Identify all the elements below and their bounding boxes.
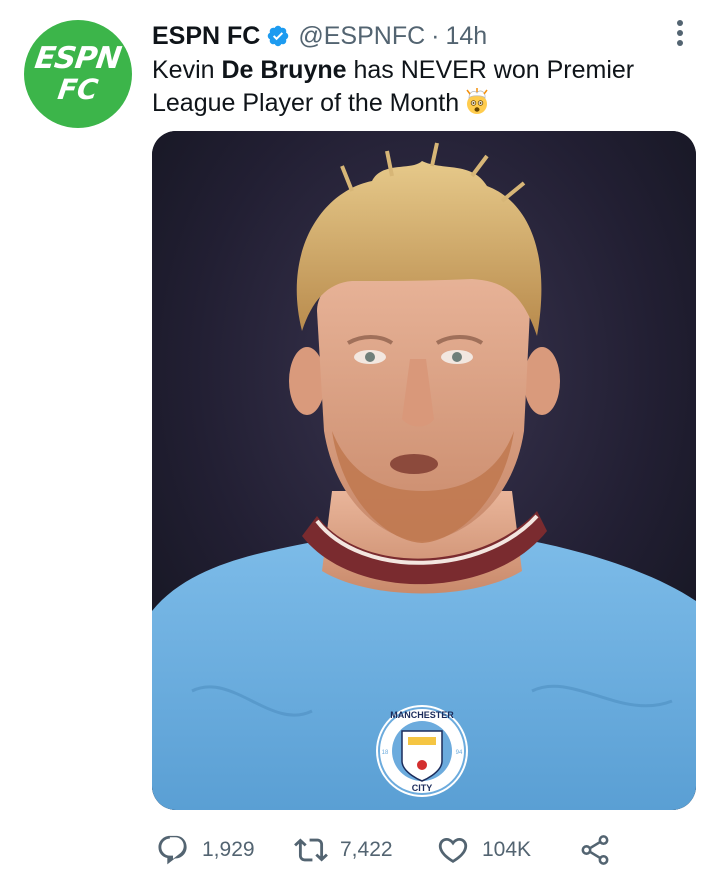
player-photo: MANCHESTER CITY 18 94 (152, 131, 696, 810)
avatar[interactable]: ESPN FC (24, 20, 132, 128)
tweet-text-bold: De Bruyne (221, 56, 347, 84)
tweet-actions: 1,929 7,422 104K (152, 830, 692, 870)
reply-count: 1,929 (202, 838, 255, 861)
heart-icon (438, 837, 468, 863)
retweet-icon (294, 838, 328, 862)
retweet-count: 7,422 (340, 838, 393, 861)
share-button[interactable] (578, 830, 612, 870)
reply-icon (158, 835, 187, 865)
tweet-header: ESPN FC @ESPNFC · 14h (152, 20, 487, 52)
reply-button[interactable]: 1,929 (156, 830, 255, 870)
crest-text-left: 18 (382, 750, 389, 756)
more-options-icon[interactable] (668, 18, 692, 48)
tweet: ESPN FC ESPN FC @ESPNFC · 14h Kevin De B… (0, 0, 720, 885)
tweet-text-part1: Kevin (152, 56, 222, 84)
retweet-button[interactable]: 7,422 (294, 830, 393, 870)
display-name[interactable]: ESPN FC (152, 22, 260, 51)
handle[interactable]: @ESPNFC (298, 22, 425, 51)
crest-text-right: 94 (456, 750, 463, 756)
verified-badge-icon (268, 25, 289, 47)
crest-text-bottom: CITY (412, 783, 433, 793)
crest-text-top: MANCHESTER (390, 710, 454, 720)
manchester-city-crest: MANCHESTER CITY 18 94 (376, 705, 468, 797)
like-count: 104K (482, 838, 532, 861)
tweet-text: Kevin De Bruyne has NEVER won Premier Le… (152, 54, 682, 120)
avatar-logo-line2: FC (55, 73, 101, 106)
share-icon (581, 835, 609, 865)
separator-dot: · (431, 21, 440, 50)
exploding-head-emoji (466, 88, 488, 114)
timestamp[interactable]: 14h (445, 22, 487, 51)
like-button[interactable]: 104K (436, 830, 531, 870)
avatar-logo-line1: ESPN (33, 41, 124, 76)
tweet-image[interactable]: MANCHESTER CITY 18 94 (152, 131, 696, 810)
